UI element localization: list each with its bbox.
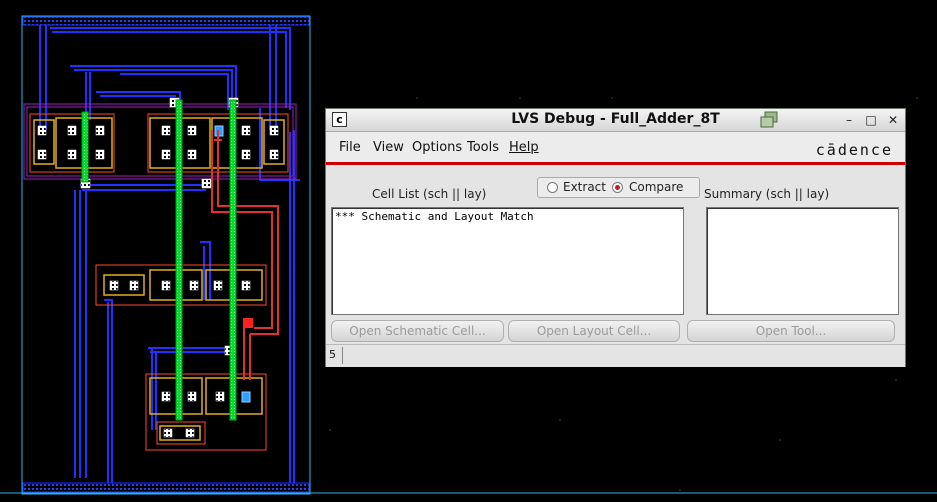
status-message-field: [342, 347, 902, 364]
title-bar[interactable]: c LVS Debug - Full_Adder_8T – □ ✕: [326, 109, 905, 132]
menu-file[interactable]: File: [339, 140, 361, 155]
window-title: LVS Debug - Full_Adder_8T: [511, 111, 720, 127]
open-tool-button[interactable]: Open Tool...: [687, 320, 895, 342]
menu-help[interactable]: Help: [509, 140, 539, 155]
close-icon[interactable]: ✕: [885, 112, 901, 128]
extract-radio[interactable]: [547, 182, 558, 193]
summary-label: Summary (sch || lay): [704, 187, 830, 201]
menu-view[interactable]: View: [373, 140, 404, 155]
copy-windows-icon[interactable]: [759, 111, 779, 129]
menu-options[interactable]: Options: [412, 140, 462, 155]
menu-bar: File View Options Tools Help cādence: [326, 132, 905, 162]
open-schematic-cell-button[interactable]: Open Schematic Cell...: [331, 320, 504, 342]
lvs-debug-dialog: c LVS Debug - Full_Adder_8T – □ ✕ File V…: [325, 108, 906, 367]
summary-list[interactable]: [706, 207, 899, 315]
menu-tools[interactable]: Tools: [467, 140, 499, 155]
list-item[interactable]: *** Schematic and Layout Match: [335, 210, 534, 223]
maximize-icon[interactable]: □: [863, 112, 879, 128]
status-count: 5: [329, 348, 336, 361]
extract-label[interactable]: Extract: [563, 180, 606, 194]
brand-accent-bar: [326, 162, 905, 165]
cell-list-label: Cell List (sch || lay): [372, 187, 487, 201]
status-bar: 5: [326, 344, 905, 367]
compare-label[interactable]: Compare: [629, 180, 683, 194]
minimize-icon[interactable]: –: [841, 112, 857, 128]
open-layout-cell-button[interactable]: Open Layout Cell...: [508, 320, 680, 342]
compare-radio[interactable]: [612, 182, 623, 193]
mode-radio-group: Extract Compare: [537, 177, 700, 198]
cadence-logo: cādence: [815, 141, 893, 159]
cell-list[interactable]: *** Schematic and Layout Match: [331, 207, 684, 315]
